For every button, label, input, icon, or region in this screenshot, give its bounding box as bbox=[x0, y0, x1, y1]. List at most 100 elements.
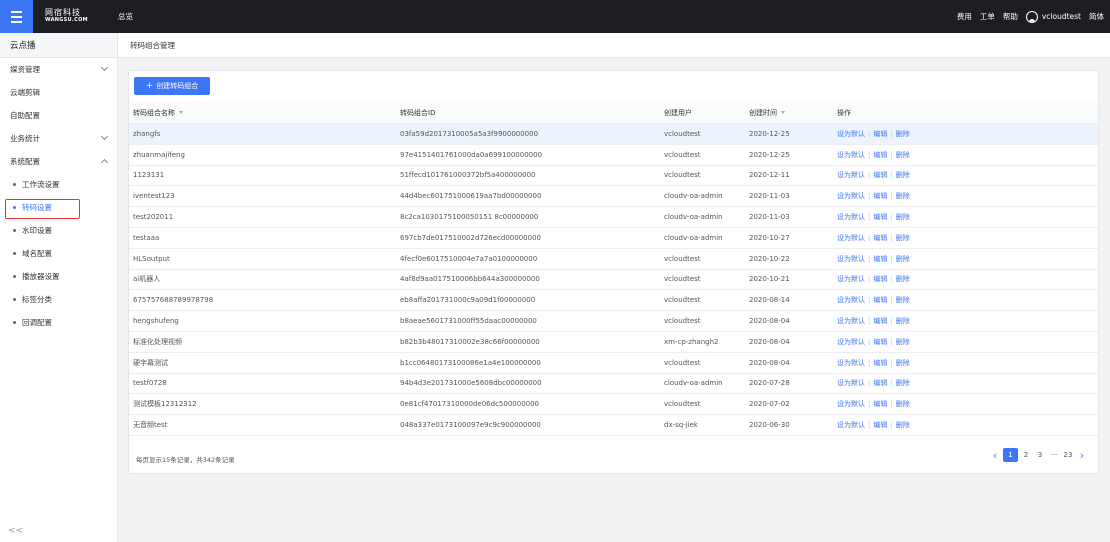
separator: | bbox=[890, 421, 893, 430]
table-row[interactable]: 硬字幕测试 b1cc06480173100086e1a4e100000000 vcl… bbox=[129, 353, 1098, 374]
menu-icon[interactable] bbox=[0, 0, 33, 33]
edit-link[interactable]: 编辑 bbox=[873, 129, 887, 139]
sidebar-subitem-domain[interactable]: 域名配置 bbox=[0, 242, 117, 265]
set-default-link[interactable]: 设为默认 bbox=[837, 337, 865, 347]
set-default-link[interactable]: 设为默认 bbox=[837, 212, 865, 222]
delete-link[interactable]: 删除 bbox=[896, 399, 910, 409]
set-default-link[interactable]: 设为默认 bbox=[837, 295, 865, 305]
ticket-link[interactable]: 工单 bbox=[980, 11, 995, 22]
table-row[interactable]: 1123131 51ffecd101761000372bf5a400000000 v… bbox=[129, 166, 1098, 187]
sidebar-subitem-player[interactable]: 播放器设置 bbox=[0, 265, 117, 288]
edit-link[interactable]: 编辑 bbox=[873, 170, 887, 180]
set-default-link[interactable]: 设为默认 bbox=[837, 233, 865, 243]
sidebar-item-media[interactable]: 媒资管理 bbox=[0, 58, 117, 81]
page-button-current[interactable]: 1 bbox=[1003, 448, 1018, 462]
sidebar-item-statistics[interactable]: 业务统计 bbox=[0, 127, 117, 150]
logo[interactable]: 网宿科技 WANGSU.COM bbox=[45, 8, 101, 26]
page-button[interactable]: 2 bbox=[1020, 448, 1032, 462]
delete-link[interactable]: 删除 bbox=[896, 316, 910, 326]
table-row[interactable]: iventest123 44d4bec601751000619aa7bd00000… bbox=[129, 186, 1098, 208]
table-row[interactable]: hengshufeng b8aeae5601731000ff55daac00000… bbox=[129, 311, 1098, 332]
set-default-link[interactable]: 设为默认 bbox=[837, 274, 865, 284]
delete-link[interactable]: 删除 bbox=[896, 378, 910, 388]
chevron-right-icon[interactable]: › bbox=[1076, 448, 1088, 462]
page-button[interactable]: 23 bbox=[1062, 448, 1074, 462]
edit-link[interactable]: 编辑 bbox=[873, 358, 887, 368]
set-default-link[interactable]: 设为默认 bbox=[837, 150, 865, 160]
double-chevron-left-icon[interactable]: << bbox=[8, 526, 23, 536]
edit-link[interactable]: 编辑 bbox=[873, 295, 887, 305]
table-row[interactable]: zhangfs 03fa59d2017310005a5a3f9900000000 v… bbox=[129, 124, 1098, 145]
sidebar-item-system-config[interactable]: 系统配置 bbox=[0, 150, 117, 173]
edit-link[interactable]: 编辑 bbox=[873, 212, 887, 222]
sidebar-item-cloud-edit[interactable]: 云端剪辑 bbox=[0, 81, 117, 104]
table-row[interactable]: HLSoutput 4fecf0e6017510004e7a7a010000000… bbox=[129, 249, 1098, 270]
sort-icon[interactable] bbox=[781, 111, 785, 114]
table-row[interactable]: testaaa 697cb7de017510002d726ecd00000000 c… bbox=[129, 228, 1098, 249]
table-row[interactable]: 标准化处理视频 b82b3b48017310002e38c66f00000000 x… bbox=[129, 332, 1098, 353]
table-row[interactable]: testf0728 94b4d3e201731000e5608dbc0000000… bbox=[129, 374, 1098, 395]
set-default-link[interactable]: 设为默认 bbox=[837, 191, 865, 201]
pagination-summary: 每页显示15条记录，共342条记录 bbox=[136, 456, 235, 464]
delete-link[interactable]: 删除 bbox=[896, 295, 910, 305]
sidebar-subitem-callback[interactable]: 回调配置 bbox=[0, 311, 117, 334]
table-row[interactable]: 无音频test 048a337e0173100097e9c9c900000000 d… bbox=[129, 415, 1098, 436]
delete-link[interactable]: 删除 bbox=[896, 233, 910, 243]
set-default-link[interactable]: 设为默认 bbox=[837, 399, 865, 409]
sort-icon[interactable] bbox=[179, 111, 183, 114]
edit-link[interactable]: 编辑 bbox=[873, 337, 887, 347]
edit-link[interactable]: 编辑 bbox=[873, 399, 887, 409]
page-ellipsis[interactable]: ··· bbox=[1048, 448, 1060, 462]
edit-link[interactable]: 编辑 bbox=[873, 420, 887, 430]
set-default-link[interactable]: 设为默认 bbox=[837, 170, 865, 180]
billing-link[interactable]: 费用 bbox=[957, 11, 972, 22]
edit-link[interactable]: 编辑 bbox=[873, 233, 887, 243]
cell-actions: 设为默认 | 编辑 | 删除 bbox=[837, 415, 1037, 435]
delete-link[interactable]: 删除 bbox=[896, 254, 910, 264]
sidebar-subitem-watermark[interactable]: 水印设置 bbox=[0, 219, 117, 242]
table-row[interactable]: ai机器人 4af8d9aa017510006bb644a300000000 vcl… bbox=[129, 270, 1098, 291]
column-header-time[interactable]: 创建时间 bbox=[749, 102, 837, 123]
help-link[interactable]: 帮助 bbox=[1003, 11, 1018, 22]
sidebar-subitem-workflow[interactable]: 工作流设置 bbox=[0, 173, 117, 196]
set-default-link[interactable]: 设为默认 bbox=[837, 358, 865, 368]
edit-link[interactable]: 编辑 bbox=[873, 254, 887, 264]
table-row[interactable]: zhuanmajifeng 97e4151401761000da0a6991000… bbox=[129, 145, 1098, 166]
edit-link[interactable]: 编辑 bbox=[873, 191, 887, 201]
sidebar-item-label: 云端剪辑 bbox=[10, 88, 40, 97]
delete-link[interactable]: 删除 bbox=[896, 129, 910, 139]
nav-overview-link[interactable]: 总览 bbox=[118, 11, 133, 22]
set-default-link[interactable]: 设为默认 bbox=[837, 378, 865, 388]
separator: | bbox=[890, 296, 893, 305]
edit-link[interactable]: 编辑 bbox=[873, 378, 887, 388]
sidebar-item-self-config[interactable]: 自助配置 bbox=[0, 104, 117, 127]
column-label: 转码组合ID bbox=[400, 108, 436, 117]
column-header-name[interactable]: 转码组合名称 bbox=[129, 102, 400, 123]
set-default-link[interactable]: 设为默认 bbox=[837, 254, 865, 264]
language-switch[interactable]: 简体 bbox=[1089, 11, 1104, 22]
delete-link[interactable]: 删除 bbox=[896, 212, 910, 222]
table-row[interactable]: 测试模板12312312 0e81cf47017310000de06dc50000… bbox=[129, 394, 1098, 416]
delete-link[interactable]: 删除 bbox=[896, 150, 910, 160]
delete-link[interactable]: 删除 bbox=[896, 358, 910, 368]
delete-link[interactable]: 删除 bbox=[896, 420, 910, 430]
edit-link[interactable]: 编辑 bbox=[873, 150, 887, 160]
table-row[interactable]: 675757688789978798 eb8affa201731000c9a09d… bbox=[129, 290, 1098, 312]
cell-user: vcloudtest bbox=[664, 171, 701, 180]
table-row[interactable]: test202011 8c2ca1030175100050151 8c000000… bbox=[129, 207, 1098, 228]
user-menu[interactable]: vcloudtest bbox=[1025, 10, 1081, 23]
sidebar-subitem-tags[interactable]: 标签分类 bbox=[0, 288, 117, 311]
delete-link[interactable]: 删除 bbox=[896, 191, 910, 201]
set-default-link[interactable]: 设为默认 bbox=[837, 420, 865, 430]
delete-link[interactable]: 删除 bbox=[896, 337, 910, 347]
edit-link[interactable]: 编辑 bbox=[873, 316, 887, 326]
create-transcode-button[interactable]: + 创建转码组合 bbox=[134, 77, 210, 95]
page-button[interactable]: 3 bbox=[1034, 448, 1046, 462]
chevron-left-icon[interactable]: ‹ bbox=[989, 448, 1001, 462]
set-default-link[interactable]: 设为默认 bbox=[837, 316, 865, 326]
edit-link[interactable]: 编辑 bbox=[873, 274, 887, 284]
set-default-link[interactable]: 设为默认 bbox=[837, 129, 865, 139]
delete-link[interactable]: 删除 bbox=[896, 170, 910, 180]
cell-id: 697cb7de017510002d726ecd00000000 bbox=[400, 233, 541, 242]
delete-link[interactable]: 删除 bbox=[896, 274, 910, 284]
